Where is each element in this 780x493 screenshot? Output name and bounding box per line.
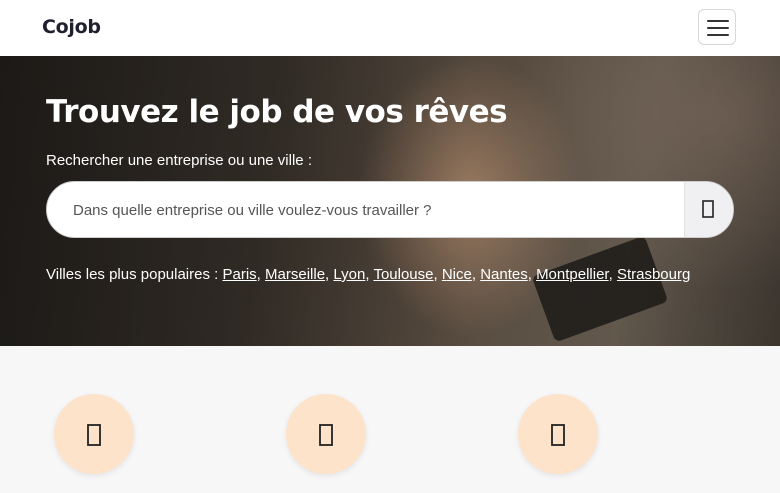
city-link-marseille[interactable]: Marseille bbox=[265, 266, 325, 283]
popular-cities-label: Villes les plus populaires : bbox=[46, 266, 223, 283]
city-link-paris[interactable]: Paris bbox=[222, 266, 256, 283]
menu-toggle-button[interactable] bbox=[698, 9, 736, 45]
hamburger-line bbox=[707, 34, 729, 36]
popular-cities: Villes les plus populaires : Paris, Mars… bbox=[46, 266, 691, 283]
hero-section: Trouvez le job de vos rêves Rechercher u… bbox=[0, 56, 780, 346]
city-link-montpellier[interactable]: Montpellier bbox=[536, 266, 609, 283]
search-input[interactable] bbox=[71, 182, 705, 237]
search-button[interactable] bbox=[684, 182, 733, 237]
city-link-strasbourg[interactable]: Strasbourg bbox=[617, 266, 690, 283]
hero-title: Trouvez le job de vos rêves bbox=[46, 94, 508, 130]
brand-logo[interactable]: Cojob bbox=[42, 16, 101, 38]
city-link-lyon[interactable]: Lyon bbox=[333, 266, 365, 283]
features-section bbox=[0, 346, 780, 493]
hamburger-line bbox=[707, 20, 729, 22]
search-label: Rechercher une entreprise ou une ville : bbox=[46, 152, 312, 169]
search-icon bbox=[702, 200, 714, 218]
city-link-toulouse[interactable]: Toulouse bbox=[373, 266, 433, 283]
navbar: Cojob bbox=[0, 0, 780, 56]
city-link-nantes[interactable]: Nantes bbox=[480, 266, 528, 283]
search-box bbox=[46, 181, 734, 238]
feature-glyph-icon bbox=[551, 424, 565, 446]
feature-glyph-icon bbox=[319, 424, 333, 446]
feature-glyph-icon bbox=[87, 424, 101, 446]
city-link-nice[interactable]: Nice bbox=[442, 266, 472, 283]
hamburger-line bbox=[707, 27, 729, 29]
feature-icon bbox=[286, 394, 366, 474]
feature-icon bbox=[518, 394, 598, 474]
feature-icon bbox=[54, 394, 134, 474]
